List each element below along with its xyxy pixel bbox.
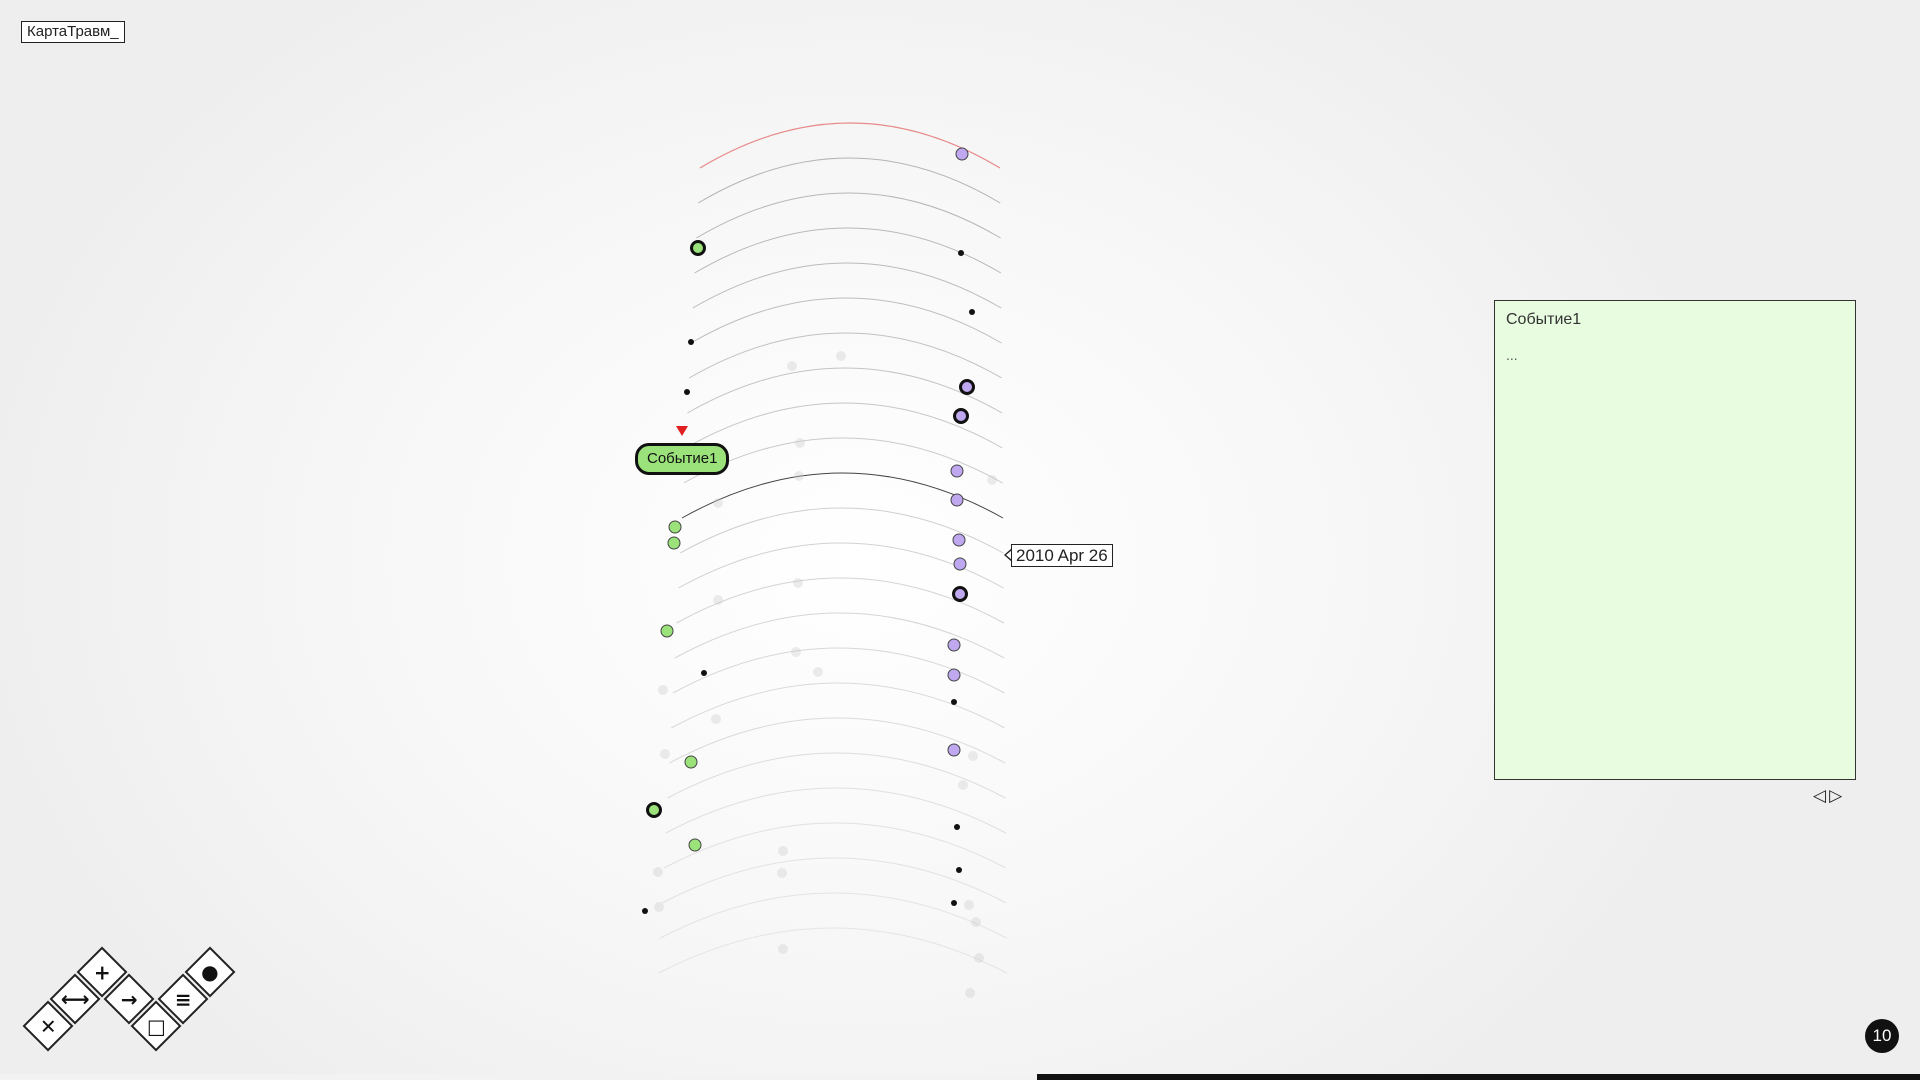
point-marker[interactable]	[701, 670, 707, 676]
background-marker	[964, 900, 974, 910]
point-marker[interactable]	[956, 867, 962, 873]
arrow-right-icon: →	[120, 986, 138, 1011]
timeline-ring	[692, 262, 1002, 309]
event-marker-purple[interactable]	[955, 147, 969, 161]
event-marker-green[interactable]	[684, 755, 698, 769]
background-marker	[791, 647, 801, 657]
drop-icon: ●	[201, 959, 219, 984]
event-marker-green[interactable]	[667, 536, 681, 550]
event-pointer-icon	[676, 426, 688, 436]
timeline-ring	[658, 927, 1008, 974]
event-detail-panel[interactable]: Событие1 ...	[1494, 300, 1856, 780]
timeline-ring	[699, 122, 1001, 169]
point-marker[interactable]	[954, 824, 960, 830]
event-label[interactable]: Событие1	[635, 443, 730, 475]
point-marker[interactable]	[684, 389, 690, 395]
background-marker	[660, 749, 670, 759]
point-marker[interactable]	[642, 908, 648, 914]
timeline-ring	[694, 227, 1002, 274]
background-marker	[778, 944, 788, 954]
timeline-ring	[661, 857, 1007, 904]
background-marker	[958, 780, 968, 790]
timeline-rings	[658, 122, 1008, 974]
event-marker-purple[interactable]	[950, 493, 964, 507]
background-marker	[974, 953, 984, 963]
point-marker[interactable]	[951, 900, 957, 906]
timeline-ring	[676, 577, 1005, 624]
timeline-ring	[687, 367, 1003, 414]
background-marker	[713, 595, 723, 605]
event-marker-green[interactable]	[690, 240, 706, 256]
timeline-ring	[697, 157, 1001, 204]
background-marker	[965, 988, 975, 998]
background-marker	[711, 714, 721, 724]
point-marker[interactable]	[969, 309, 975, 315]
event-marker-green[interactable]	[660, 624, 674, 638]
link-icon: ⟷	[60, 986, 90, 1011]
square-icon: □	[146, 1014, 166, 1038]
event-marker-green[interactable]	[688, 838, 702, 852]
background-marker	[777, 868, 787, 878]
event-marker-purple[interactable]	[952, 533, 966, 547]
event-marker-purple[interactable]	[953, 408, 969, 424]
timeline-ring	[663, 822, 1007, 869]
event-marker-purple[interactable]	[947, 743, 961, 757]
timeline-ring	[667, 752, 1006, 799]
event-marker-green[interactable]	[646, 802, 662, 818]
point-marker[interactable]	[958, 250, 964, 256]
progress-track	[0, 1074, 1920, 1080]
background-marker	[813, 667, 823, 677]
date-label: 2010 Apr 26	[1011, 544, 1113, 567]
background-marker	[968, 751, 978, 761]
background-marker	[836, 351, 846, 361]
plus-icon: +	[93, 959, 111, 984]
close-icon: ✕	[39, 1013, 57, 1038]
page-number-badge: 10	[1865, 1019, 1899, 1053]
progress-fill	[1036, 1074, 1920, 1080]
lines-icon: ≡	[174, 986, 192, 1011]
next-page-icon[interactable]: ▷	[1829, 786, 1842, 806]
event-marker-purple[interactable]	[947, 668, 961, 682]
prev-page-icon[interactable]: ◁	[1813, 786, 1826, 806]
point-marker[interactable]	[951, 699, 957, 705]
event-markers	[642, 147, 975, 914]
background-marker	[778, 846, 788, 856]
background-marker	[795, 438, 805, 448]
timeline-ring	[660, 892, 1007, 939]
timeline-ring	[696, 192, 1001, 239]
background-marker	[713, 498, 723, 508]
event-marker-purple[interactable]	[952, 586, 968, 602]
event-marker-purple[interactable]	[953, 557, 967, 571]
pager: ◁ ▷	[1813, 786, 1842, 806]
event-marker-purple[interactable]	[959, 379, 975, 395]
timeline-ring	[690, 297, 1002, 344]
event-marker-purple[interactable]	[947, 638, 961, 652]
background-marker	[787, 361, 797, 371]
timeline-ring	[679, 507, 1004, 554]
background-marker	[658, 685, 668, 695]
timeline-ring	[685, 402, 1003, 449]
point-marker[interactable]	[688, 339, 694, 345]
background-marker	[971, 917, 981, 927]
background-marker	[654, 902, 664, 912]
event-marker-purple[interactable]	[950, 464, 964, 478]
panel-body[interactable]: ...	[1506, 347, 1518, 363]
background-marker	[794, 471, 804, 481]
timeline-ring	[670, 682, 1006, 729]
event-marker-green[interactable]	[668, 520, 682, 534]
background-marker	[793, 578, 803, 588]
background-marker	[987, 475, 997, 485]
background-marker	[653, 867, 663, 877]
panel-title: Событие1	[1506, 311, 1582, 328]
